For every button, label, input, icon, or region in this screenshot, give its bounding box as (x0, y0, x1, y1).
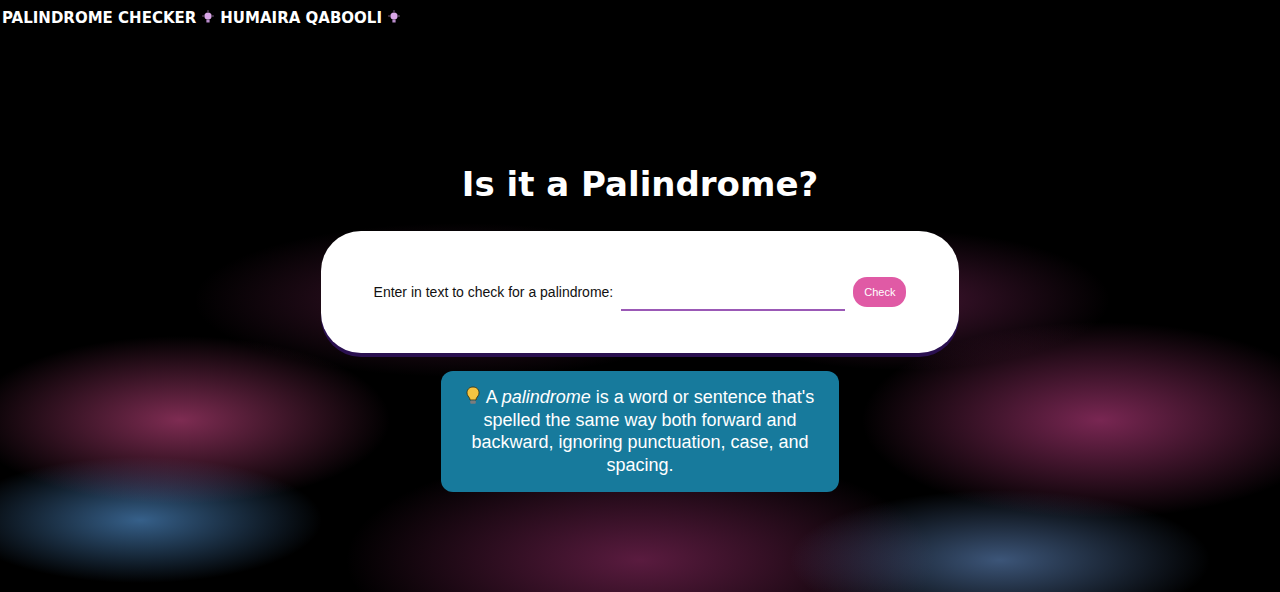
page-heading: Is it a Palindrome? (462, 164, 818, 205)
main-content: Is it a Palindrome? Enter in text to chec… (0, 28, 1280, 492)
bulb-icon (202, 10, 214, 26)
text-input[interactable] (621, 285, 845, 311)
info-text: A palindrome is a word or sentence that'… (453, 386, 827, 476)
bulb-icon (388, 10, 400, 26)
header: PALINDROME CHECKER HUMAIRA QABOOLI (0, 0, 1280, 28)
palindrome-page: PALINDROME CHECKERHUMAIRA QABOOLIIs it a… (0, 0, 1280, 592)
author-name: HUMAIRA QABOOLI (220, 9, 382, 27)
check-button[interactable]: Check (853, 277, 906, 307)
input-label: Enter in text to check for a palindrome: (374, 284, 614, 300)
light-bulb-icon (466, 386, 480, 406)
info-box: A palindrome is a word or sentence that'… (441, 371, 839, 492)
app-title: PALINDROME CHECKER (2, 9, 196, 27)
checker-card: Enter in text to check for a palindrome:… (321, 231, 959, 353)
